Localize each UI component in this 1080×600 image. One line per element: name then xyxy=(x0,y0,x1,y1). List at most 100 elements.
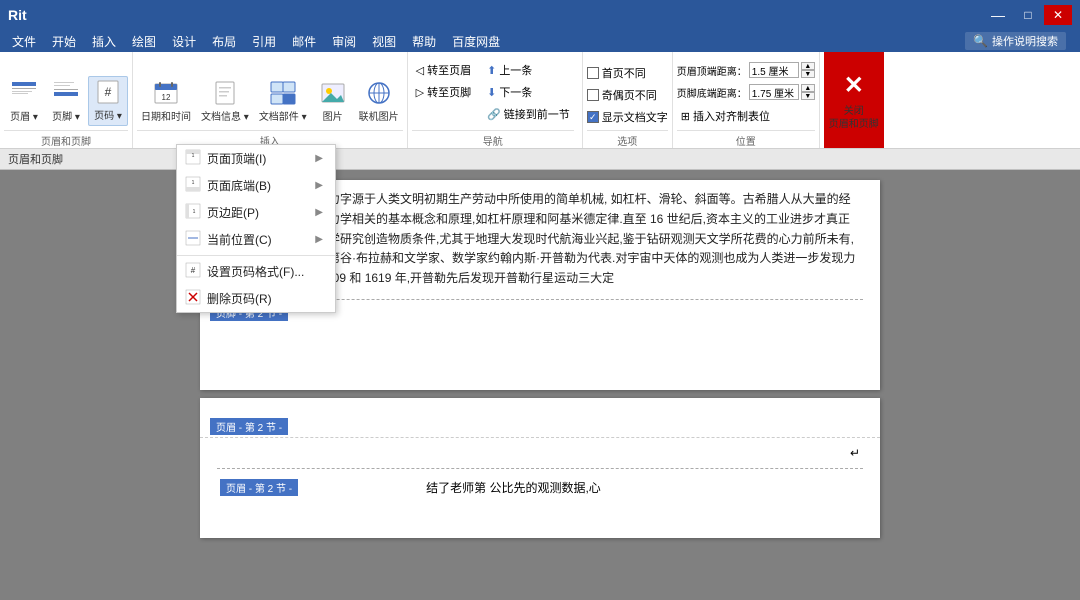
footerbot-up[interactable]: ▲ xyxy=(801,84,815,92)
search-icon: 🔍 xyxy=(973,34,988,48)
headertop-spinner: ▲ ▼ xyxy=(801,62,815,78)
header-section-label[interactable]: 页眉 - 第 2 节 - xyxy=(210,418,288,435)
footerbot-down[interactable]: ▼ xyxy=(801,92,815,100)
goto-footer-button[interactable]: ▷ 转至页脚 xyxy=(412,82,475,102)
close-window-btn[interactable]: ✕ xyxy=(1044,5,1072,25)
close-headerfooter-button[interactable]: ✕ 关闭页眉和页脚 xyxy=(824,52,884,148)
menu-item-view[interactable]: 视图 xyxy=(364,30,404,52)
page-2-footer-label[interactable]: 页眉 - 第 2 节 - xyxy=(220,479,298,496)
menu-item-reference[interactable]: 引用 xyxy=(244,30,284,52)
goto-footer-label: 转至页脚 xyxy=(427,84,471,100)
docpart-button[interactable]: 文档部件 ▾ xyxy=(255,78,311,126)
header-label: 页眉 ▾ xyxy=(10,112,38,124)
oddeven-option[interactable]: 奇偶页不同 xyxy=(587,86,657,104)
menu-item-design[interactable]: 设计 xyxy=(164,30,204,52)
pagecode-dropdown: 1 页面顶端(I) ▶ 1 页面底端(B) ▶ 1 页边距(P) ▶ 当前位置(… xyxy=(176,144,336,313)
next-label: 下一条 xyxy=(499,84,532,100)
firstpage-checkbox[interactable] xyxy=(587,67,599,79)
dropdown-item-pagebot[interactable]: 1 页面底端(B) ▶ xyxy=(177,172,335,199)
showtext-option[interactable]: ✓ 显示文档文字 xyxy=(587,108,668,126)
menu-item-file[interactable]: 文件 xyxy=(4,30,44,52)
menu-item-baidu[interactable]: 百度网盘 xyxy=(444,30,508,52)
datetime-button[interactable]: 12 日期和时间 xyxy=(137,78,195,126)
insertalign-button[interactable]: ⊞ 插入对齐制表位 xyxy=(677,106,774,126)
pagecode-button[interactable]: # 页码 ▾ xyxy=(88,76,128,126)
dropdown-item-pagetop[interactable]: 1 页面顶端(I) ▶ xyxy=(177,145,335,172)
svg-text:1: 1 xyxy=(192,180,195,186)
insertalign-label: 插入对齐制表位 xyxy=(693,108,770,124)
footerbot-row: 页脚底端距离： 1.75 厘米 ▲ ▼ xyxy=(677,84,815,100)
dropdown-item-current[interactable]: 当前位置(C) ▶ xyxy=(177,226,335,253)
prev-section-button[interactable]: ⬆ 上一条 xyxy=(483,60,574,80)
link-icon: 🔗 xyxy=(487,108,501,121)
current-arrow: ▶ xyxy=(315,234,323,245)
menu-item-mail[interactable]: 邮件 xyxy=(284,30,324,52)
active-tab-bar: 页眉和页脚 xyxy=(0,149,1080,170)
docinfo-icon xyxy=(211,80,239,110)
current-icon xyxy=(185,230,201,249)
showtext-label: 显示文档文字 xyxy=(602,109,668,125)
menu-bar: 文件 开始 插入 绘图 设计 布局 引用 邮件 审阅 视图 帮助 百度网盘 🔍 … xyxy=(0,30,1080,52)
down-icon: ⬇ xyxy=(487,86,496,99)
datetime-label: 日期和时间 xyxy=(141,112,191,124)
menu-item-review[interactable]: 审阅 xyxy=(324,30,364,52)
headertop-label: 页眉顶端距离： xyxy=(677,63,747,78)
onlinepic-button[interactable]: 联机图片 xyxy=(355,78,403,126)
headertop-input[interactable]: 1.5 厘米 xyxy=(749,62,799,78)
svg-text:#: # xyxy=(191,266,196,275)
menu-item-layout[interactable]: 布局 xyxy=(204,30,244,52)
close-label: 关闭页眉和页脚 xyxy=(829,105,879,131)
dropdown-item-pagemargin[interactable]: 1 页边距(P) ▶ xyxy=(177,199,335,226)
group-label-nav: 导航 xyxy=(412,130,574,148)
ribbon-group-position: 页眉顶端距离： 1.5 厘米 ▲ ▼ 页脚底端距离： 1.75 厘米 ▲ ▼ xyxy=(673,52,820,148)
ribbon: 页眉 ▾ 页脚 ▾ # 页码 ▾ 页眉和页脚 xyxy=(0,52,1080,149)
menu-item-insert[interactable]: 插入 xyxy=(84,30,124,52)
close-x-icon: ✕ xyxy=(838,69,870,101)
ribbon-group-insert: 12 日期和时间 文档信息 ▾ 文档部件 ▾ xyxy=(133,52,408,148)
group-label-options: 选项 xyxy=(587,130,668,148)
dropdown-divider xyxy=(177,255,335,256)
menu-item-draw[interactable]: 绘图 xyxy=(124,30,164,52)
menu-item-help[interactable]: 帮助 xyxy=(404,30,444,52)
maximize-btn[interactable]: □ xyxy=(1014,5,1042,25)
current-label: 当前位置(C) xyxy=(207,231,272,248)
picture-label: 图片 xyxy=(323,112,343,124)
footer-button[interactable]: 页脚 ▾ xyxy=(46,78,86,126)
pagemargin-label: 页边距(P) xyxy=(207,204,259,221)
ribbon-group-options: 首页不同 奇偶页不同 ✓ 显示文档文字 选项 xyxy=(583,52,673,148)
docinfo-button[interactable]: 文档信息 ▾ xyxy=(197,78,253,126)
header-icon xyxy=(10,80,38,110)
pagecode-icon: # xyxy=(94,79,122,109)
docpart-icon xyxy=(269,80,297,110)
footer-label-btn: 页脚 ▾ xyxy=(52,112,80,124)
group-label-headerfooter: 页眉和页脚 xyxy=(4,130,128,148)
pagetop-arrow: ▶ xyxy=(315,153,323,164)
goto-header-label: 转至页眉 xyxy=(427,62,471,78)
document-area: 最原始的力字——静力字源于人类文明初期生产劳动中所使用的简单机械, 如杠杆、滑轮… xyxy=(0,170,1080,600)
pagecode-label: 页码 ▾ xyxy=(94,111,122,123)
page-2-return: ↵ xyxy=(850,446,860,460)
menu-item-home[interactable]: 开始 xyxy=(44,30,84,52)
firstpage-option[interactable]: 首页不同 xyxy=(587,64,646,82)
showtext-checkbox[interactable]: ✓ xyxy=(587,111,599,123)
link-prev-button[interactable]: 🔗 链接到前一节 xyxy=(483,104,574,124)
dropdown-item-delete[interactable]: 删除页码(R) xyxy=(177,285,335,312)
footerbot-spinner: ▲ ▼ xyxy=(801,84,815,100)
oddeven-label: 奇偶页不同 xyxy=(602,87,657,103)
picture-button[interactable]: 图片 xyxy=(313,78,353,126)
minimize-btn[interactable]: — xyxy=(984,5,1012,25)
ribbon-group-nav: ◁ 转至页眉 ▷ 转至页脚 ⬆ 上一条 ⬇ 下一条 xyxy=(408,52,583,148)
header-button[interactable]: 页眉 ▾ xyxy=(4,78,44,126)
dropdown-item-setformat[interactable]: # 设置页码格式(F)... xyxy=(177,258,335,285)
docinfo-label: 文档信息 ▾ xyxy=(201,112,249,124)
next-section-button[interactable]: ⬇ 下一条 xyxy=(483,82,574,102)
delete-label: 删除页码(R) xyxy=(207,290,272,307)
title-bar: Rit — □ ✕ xyxy=(0,0,1080,30)
headertop-down[interactable]: ▼ xyxy=(801,70,815,78)
headertop-up[interactable]: ▲ xyxy=(801,62,815,70)
oddeven-checkbox[interactable] xyxy=(587,89,599,101)
setformat-icon: # xyxy=(185,262,201,281)
footerbot-input[interactable]: 1.75 厘米 xyxy=(749,84,799,100)
goto-header-button[interactable]: ◁ 转至页眉 xyxy=(412,60,475,80)
onlinepic-label: 联机图片 xyxy=(359,112,399,124)
